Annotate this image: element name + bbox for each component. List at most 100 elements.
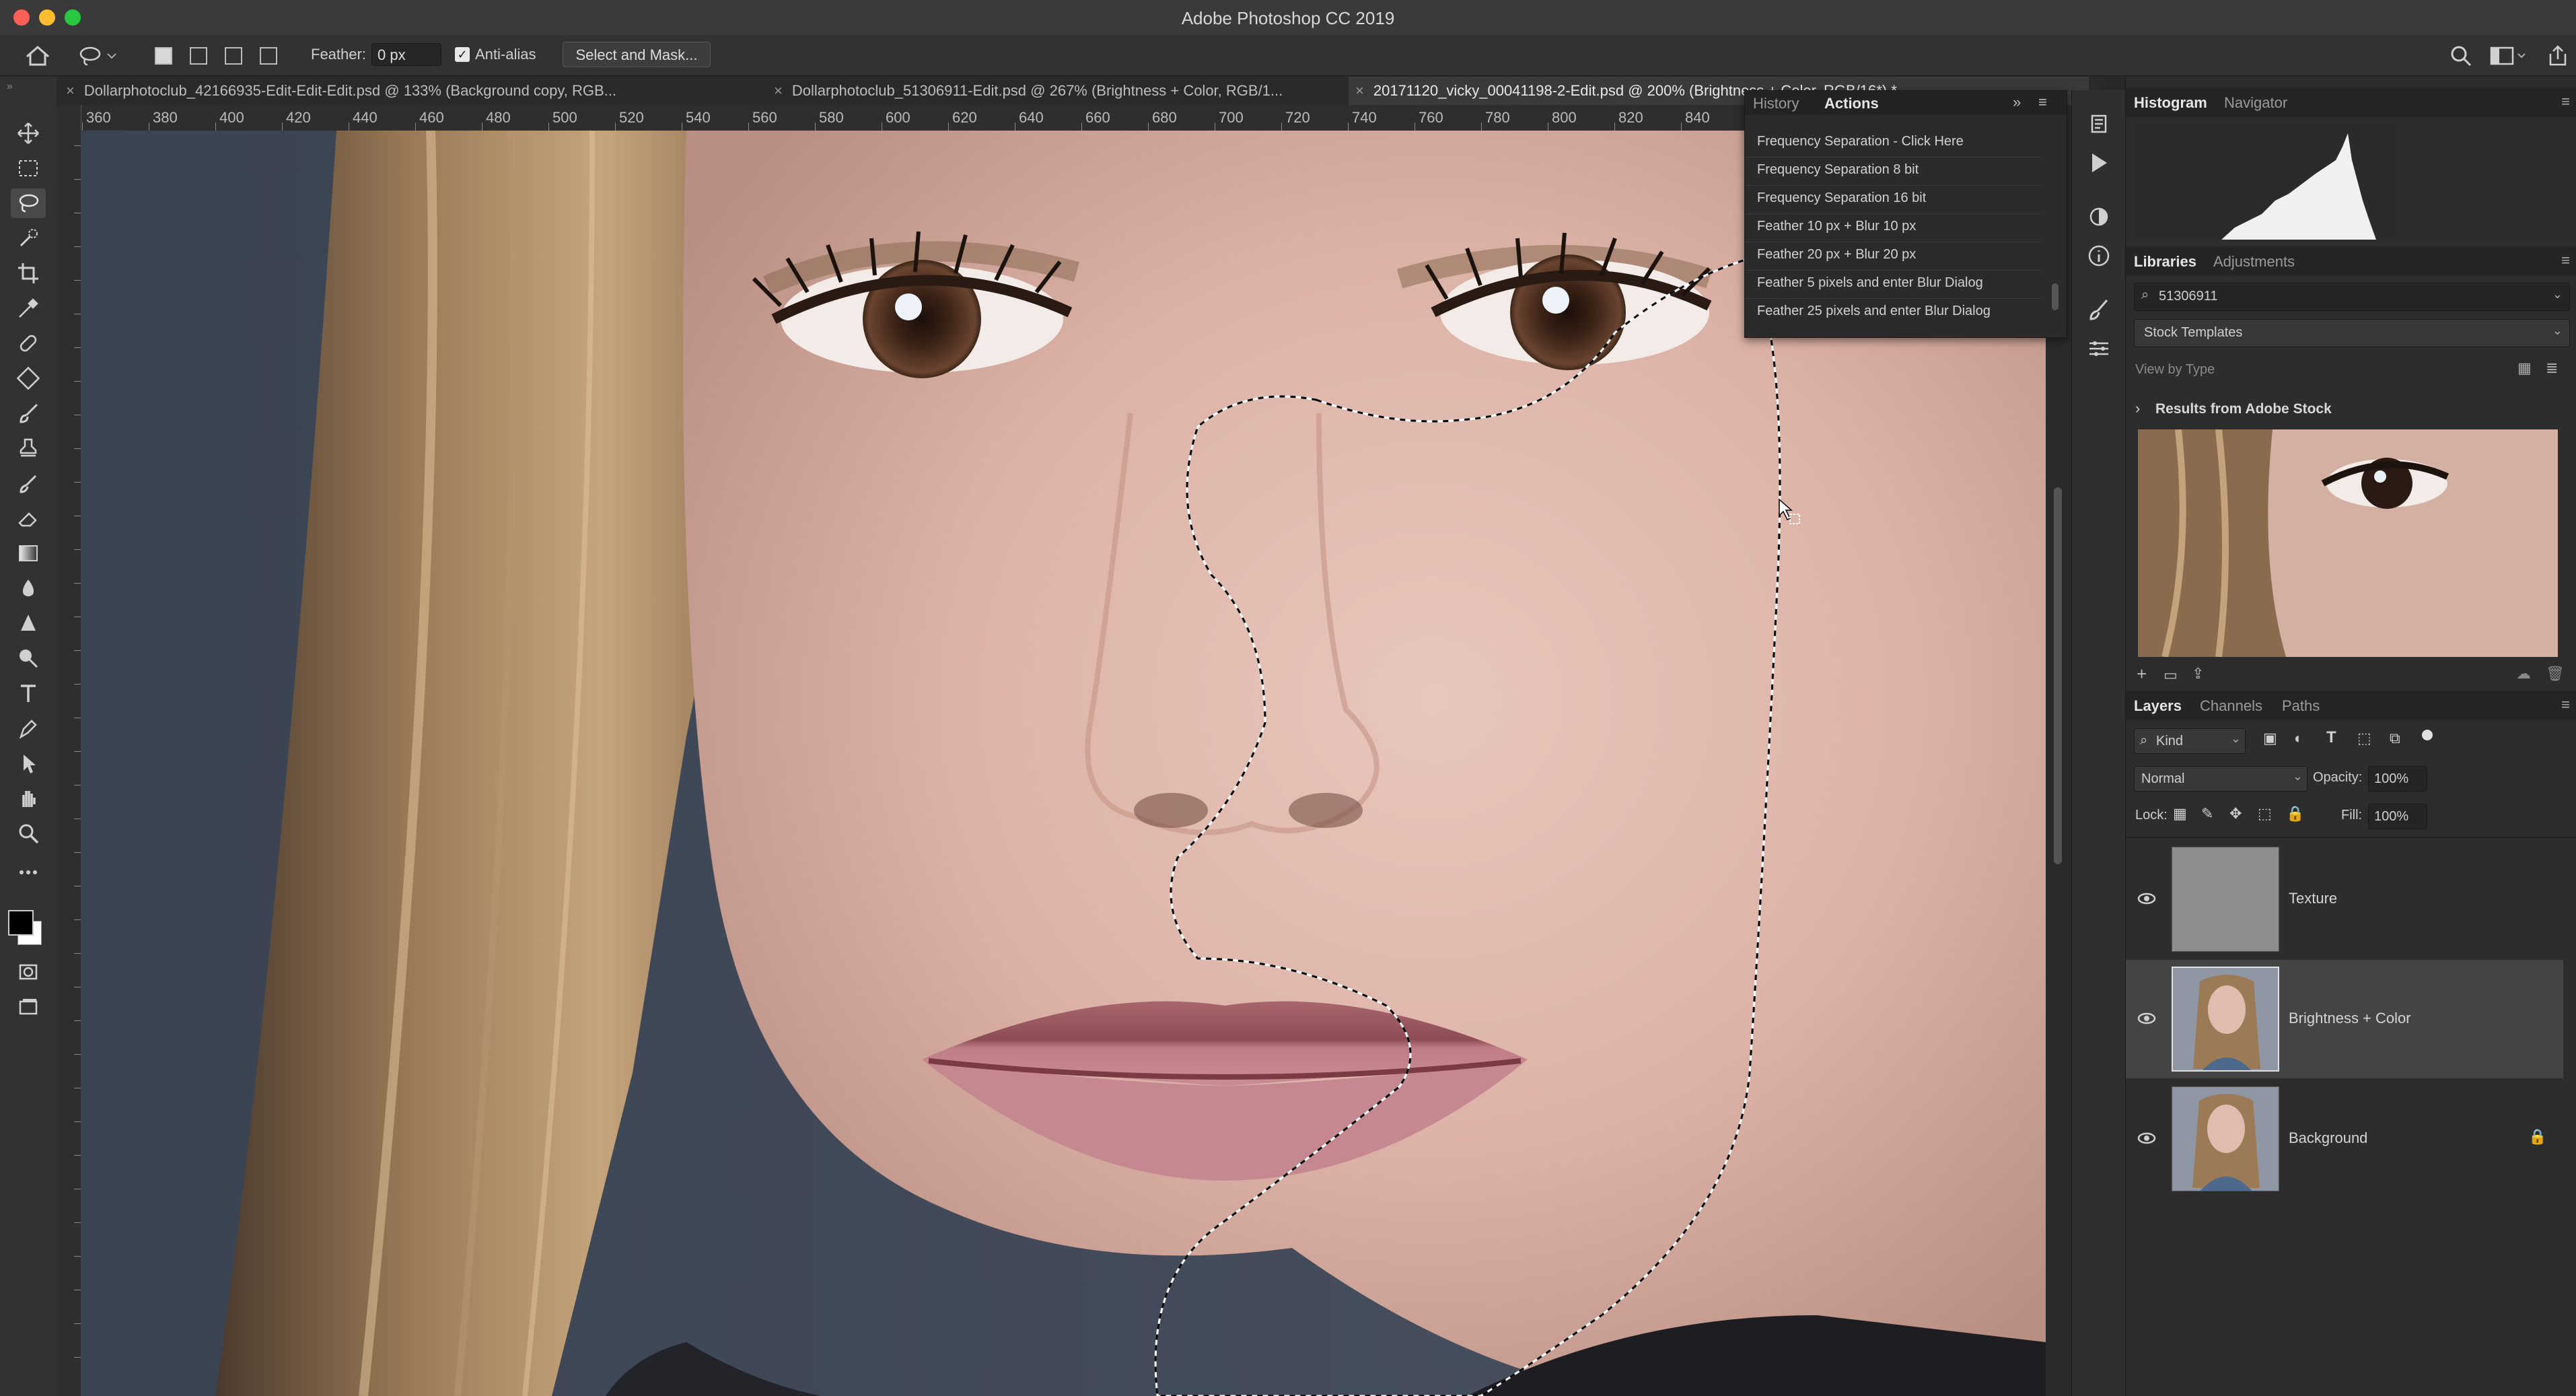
eye-icon[interactable] [2137,1008,2157,1028]
tab-paths[interactable]: Paths [2282,697,2320,715]
blend-mode-select[interactable]: Normal ⌄ [2134,766,2307,792]
more-tools-icon[interactable] [11,858,46,887]
tab-channels[interactable]: Channels [2200,697,2262,715]
filter-smart-object-icon[interactable]: ⧉ [2390,730,2400,747]
close-tab-icon[interactable]: × [774,82,783,99]
info-icon[interactable] [2087,244,2111,268]
grid-view-icon[interactable]: ▦ [2517,359,2532,377]
eye-icon[interactable] [2137,888,2157,909]
list-view-icon[interactable]: ≣ [2546,359,2558,377]
history-icon[interactable] [2087,112,2111,136]
lock-image-icon[interactable]: ✎ [2201,805,2213,823]
view-by-select[interactable]: View by Type [2135,362,2215,378]
opacity-input[interactable]: 100% [2368,766,2427,792]
action-item[interactable]: Frequency Separation - Click Here [1757,134,1964,149]
adjustments-icon[interactable] [2087,205,2111,229]
cloud-sync-icon[interactable]: ☁ [2516,665,2531,683]
panel-menu-icon[interactable]: ≡ [2561,696,2570,713]
upload-icon[interactable]: ⇪ [2192,665,2204,683]
actions-scrollbar[interactable] [2052,283,2059,310]
patch-icon[interactable] [11,363,46,393]
add-selection-icon[interactable] [190,47,207,65]
blur-icon[interactable] [11,573,46,603]
trash-icon[interactable]: 🗑 [2546,665,2565,683]
crop-icon[interactable] [11,258,46,288]
document-tab-1[interactable]: × Dollarphotoclub_42166935-Edit-Edit-Edit… [66,77,752,105]
lock-transparent-icon[interactable]: ▦ [2173,805,2187,823]
history-brush-icon[interactable] [11,468,46,498]
clone-stamp-icon[interactable] [11,433,46,463]
lasso-icon[interactable] [11,188,46,218]
library-search-field[interactable]: ⌕ 51306911 ⌄ [2134,283,2570,311]
tab-libraries[interactable]: Libraries [2134,253,2196,271]
folder-icon[interactable]: ▭ [2163,666,2178,684]
eyedropper-icon[interactable] [11,293,46,323]
healing-icon[interactable] [11,328,46,358]
vertical-scrollbar[interactable] [2054,487,2062,864]
action-item[interactable]: Frequency Separation 8 bit [1757,162,1919,178]
screen-mode-icon[interactable] [11,992,46,1022]
subtract-selection-icon[interactable] [225,47,242,65]
action-item[interactable]: Feather 25 pixels and enter Blur Dialog [1757,304,1991,319]
feather-input[interactable]: 0 px [371,43,441,66]
pen-icon[interactable] [11,713,46,743]
intersect-selection-icon[interactable] [260,47,277,65]
filter-adjustment-icon[interactable]: ◐ [2294,730,2303,747]
fill-input[interactable]: 100% [2368,804,2427,829]
action-item[interactable]: Feather 5 pixels and enter Blur Dialog [1757,275,1983,291]
stock-result-thumbnail[interactable] [2138,429,2558,657]
marquee-icon[interactable] [11,153,46,183]
foreground-color-icon[interactable] [8,910,34,936]
color-swatches[interactable] [8,910,48,950]
lock-artboard-icon[interactable]: ⬚ [2258,805,2272,823]
add-icon[interactable]: + [2137,664,2147,685]
filter-pixel-icon[interactable]: ▣ [2263,730,2277,747]
workspace-icon[interactable] [2490,46,2528,66]
layer-row-texture[interactable]: Texture [2126,840,2563,958]
lasso-tool-preset-icon[interactable] [78,44,118,67]
filter-type-icon[interactable]: T [2326,728,2336,747]
play-actions-icon[interactable] [2087,151,2111,175]
tab-navigator[interactable]: Navigator [2224,94,2287,112]
lock-all-icon[interactable]: 🔒 [2286,805,2304,823]
action-item[interactable]: Feather 10 px + Blur 10 px [1757,219,1916,234]
hand-icon[interactable] [11,783,46,813]
share-icon[interactable] [2546,44,2569,67]
path-select-icon[interactable] [11,748,46,778]
tab-actions[interactable]: Actions [1824,95,1879,112]
library-select[interactable]: Stock Templates ⌄ [2134,319,2570,347]
quick-select-icon[interactable] [11,223,46,253]
home-icon[interactable] [24,44,51,67]
toolbar-collapse-icon[interactable]: » [7,81,13,93]
tab-layers[interactable]: Layers [2134,697,2182,715]
search-icon[interactable] [2449,44,2472,67]
collapse-panel-icon[interactable]: » [2013,94,2021,111]
move-icon[interactable] [11,118,46,148]
brush-icon[interactable] [11,398,46,428]
properties-icon[interactable] [2087,337,2111,361]
lock-position-icon[interactable]: ✥ [2229,805,2242,823]
layer-row-background[interactable]: Background 🔒 [2126,1080,2563,1198]
brush-settings-icon[interactable] [2087,298,2111,322]
sharpen-icon[interactable] [11,608,46,638]
close-tab-icon[interactable]: × [1355,82,1364,99]
layer-filter-select[interactable]: ⌕ Kind ⌄ [2134,728,2246,754]
antialias-checkbox[interactable]: ✓ [455,47,470,62]
filter-shape-icon[interactable]: ⬚ [2357,730,2371,747]
quick-mask-icon[interactable] [11,957,46,987]
tab-adjustments[interactable]: Adjustments [2213,253,2295,271]
dodge-icon[interactable] [11,643,46,673]
tab-histogram[interactable]: Histogram [2134,94,2207,112]
eraser-icon[interactable] [11,503,46,533]
close-tab-icon[interactable]: × [66,82,75,99]
panel-menu-icon[interactable]: ≡ [2561,252,2570,269]
panel-menu-icon[interactable]: ≡ [2561,93,2570,110]
new-selection-icon[interactable] [155,47,172,65]
document-tab-2[interactable]: × Dollarphotoclub_51306911-Edit.psd @ 267… [774,77,1380,105]
tab-history[interactable]: History [1753,95,1799,112]
gradient-icon[interactable] [11,538,46,568]
select-and-mask-button[interactable]: Select and Mask... [563,42,711,67]
layer-row-brightness-color[interactable]: Brightness + Color [2126,960,2563,1078]
type-icon[interactable] [11,678,46,708]
eye-icon[interactable] [2137,1128,2157,1148]
